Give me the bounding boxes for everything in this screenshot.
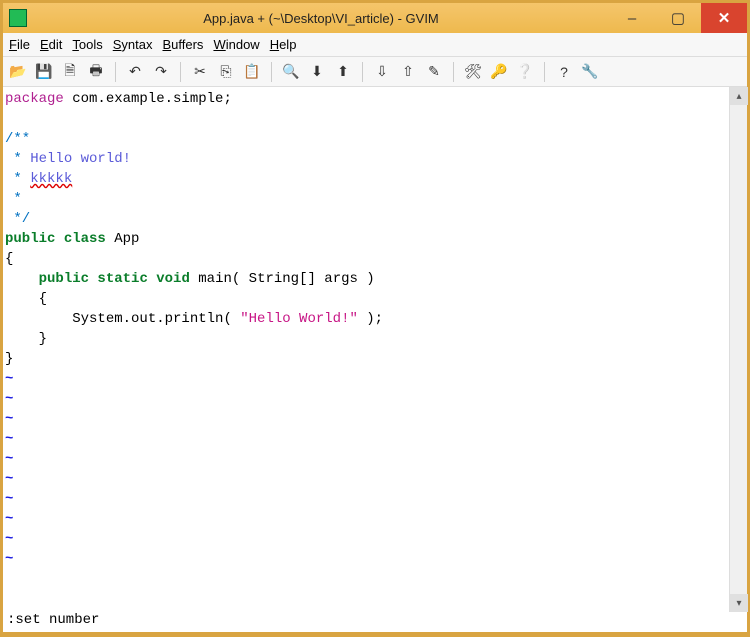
toolbar: 📂 💾 🗎 🖶 ↶ ↷ ✂ ⎘ 📋 🔍 ⬇ ⬆ ⇩ ⇧ ✎ 🛠 🔑 ❔ ? 🔧 xyxy=(3,57,747,87)
method-args: ( String[] args ) xyxy=(232,271,375,287)
brace: } xyxy=(5,331,47,347)
spell-error: kkkkk xyxy=(30,171,72,187)
empty-line-marker: ~ xyxy=(5,451,13,467)
saveall-icon[interactable]: 🗎 xyxy=(59,61,81,83)
close-button[interactable]: ✕ xyxy=(701,3,747,33)
open-icon[interactable]: 📂 xyxy=(7,61,29,83)
doc-star: * xyxy=(5,191,22,207)
keyword-static: static xyxy=(89,271,148,287)
cut-icon[interactable]: ✂ xyxy=(189,61,211,83)
maximize-button[interactable]: ▢ xyxy=(655,3,701,33)
toolbar-separator xyxy=(453,62,454,82)
app-icon xyxy=(9,9,27,27)
empty-line-marker: ~ xyxy=(5,391,13,407)
empty-line-marker: ~ xyxy=(5,511,13,527)
toolbar-separator xyxy=(362,62,363,82)
toolbar-separator xyxy=(180,62,181,82)
tags-icon[interactable]: 🔑 xyxy=(488,61,510,83)
redo-icon[interactable]: ↷ xyxy=(150,61,172,83)
empty-line-marker: ~ xyxy=(5,551,13,567)
empty-line-marker: ~ xyxy=(5,411,13,427)
save-icon[interactable]: 💾 xyxy=(33,61,55,83)
helptags-icon[interactable]: ❔ xyxy=(514,61,536,83)
sysout: System.out.println( xyxy=(72,311,240,327)
findhelp-icon[interactable]: 🔧 xyxy=(579,61,601,83)
doc-hello: Hello world! xyxy=(30,151,131,167)
window-title: App.java + (~\Desktop\VI_article) - GVIM xyxy=(33,11,609,26)
doc-open: /** xyxy=(5,131,30,147)
toolbar-separator xyxy=(115,62,116,82)
keyword-package: package xyxy=(5,91,64,107)
menu-edit[interactable]: Edit xyxy=(40,37,62,52)
keyword-void: void xyxy=(148,271,190,287)
empty-line-marker: ~ xyxy=(5,371,13,387)
find-icon[interactable]: 🔍 xyxy=(280,61,302,83)
menu-help[interactable]: Help xyxy=(270,37,297,52)
method-main: main xyxy=(190,271,232,287)
package-name: com.example.simple; xyxy=(64,91,232,107)
toolbar-separator xyxy=(544,62,545,82)
session-save-icon[interactable]: ⇧ xyxy=(397,61,419,83)
print-icon[interactable]: 🖶 xyxy=(85,61,107,83)
doc-star: * xyxy=(5,171,30,187)
keyword-class: class xyxy=(55,231,105,247)
brace: } xyxy=(5,351,13,367)
make-icon[interactable]: 🛠 xyxy=(462,61,484,83)
toolbar-separator xyxy=(271,62,272,82)
session-load-icon[interactable]: ⇩ xyxy=(371,61,393,83)
titlebar: App.java + (~\Desktop\VI_article) - GVIM… xyxy=(3,3,747,33)
empty-line-marker: ~ xyxy=(5,531,13,547)
script-icon[interactable]: ✎ xyxy=(423,61,445,83)
brace: { xyxy=(5,251,13,267)
brace: { xyxy=(5,291,47,307)
paste-icon[interactable]: 📋 xyxy=(241,61,263,83)
undo-icon[interactable]: ↶ xyxy=(124,61,146,83)
class-name: App xyxy=(106,231,140,247)
empty-line-marker: ~ xyxy=(5,431,13,447)
minimize-button[interactable]: – xyxy=(609,3,655,33)
menu-syntax[interactable]: Syntax xyxy=(113,37,153,52)
findnext-icon[interactable]: ⬇ xyxy=(306,61,328,83)
help-icon[interactable]: ? xyxy=(553,61,575,83)
window-buttons: – ▢ ✕ xyxy=(609,3,747,33)
doc-close: */ xyxy=(5,211,30,227)
sysend: ); xyxy=(358,311,383,327)
scroll-down-icon[interactable]: ▾ xyxy=(730,594,748,612)
keyword-public: public xyxy=(39,271,89,287)
empty-line-marker: ~ xyxy=(5,471,13,487)
menu-file[interactable]: File xyxy=(9,37,30,52)
empty-line-marker: ~ xyxy=(5,491,13,507)
text-editor[interactable]: package com.example.simple; /** * Hello … xyxy=(3,87,729,612)
doc-star: * xyxy=(5,151,30,167)
menubar: File Edit Tools Syntax Buffers Window He… xyxy=(3,33,747,57)
menu-tools[interactable]: Tools xyxy=(72,37,102,52)
keyword-public: public xyxy=(5,231,55,247)
copy-icon[interactable]: ⎘ xyxy=(215,61,237,83)
findprev-icon[interactable]: ⬆ xyxy=(332,61,354,83)
menu-window[interactable]: Window xyxy=(213,37,259,52)
command-line[interactable]: :set number xyxy=(3,612,747,632)
vertical-scrollbar[interactable]: ▴ ▾ xyxy=(729,87,747,612)
string-literal: "Hello World!" xyxy=(240,311,358,327)
scroll-up-icon[interactable]: ▴ xyxy=(730,87,748,105)
menu-buffers[interactable]: Buffers xyxy=(162,37,203,52)
